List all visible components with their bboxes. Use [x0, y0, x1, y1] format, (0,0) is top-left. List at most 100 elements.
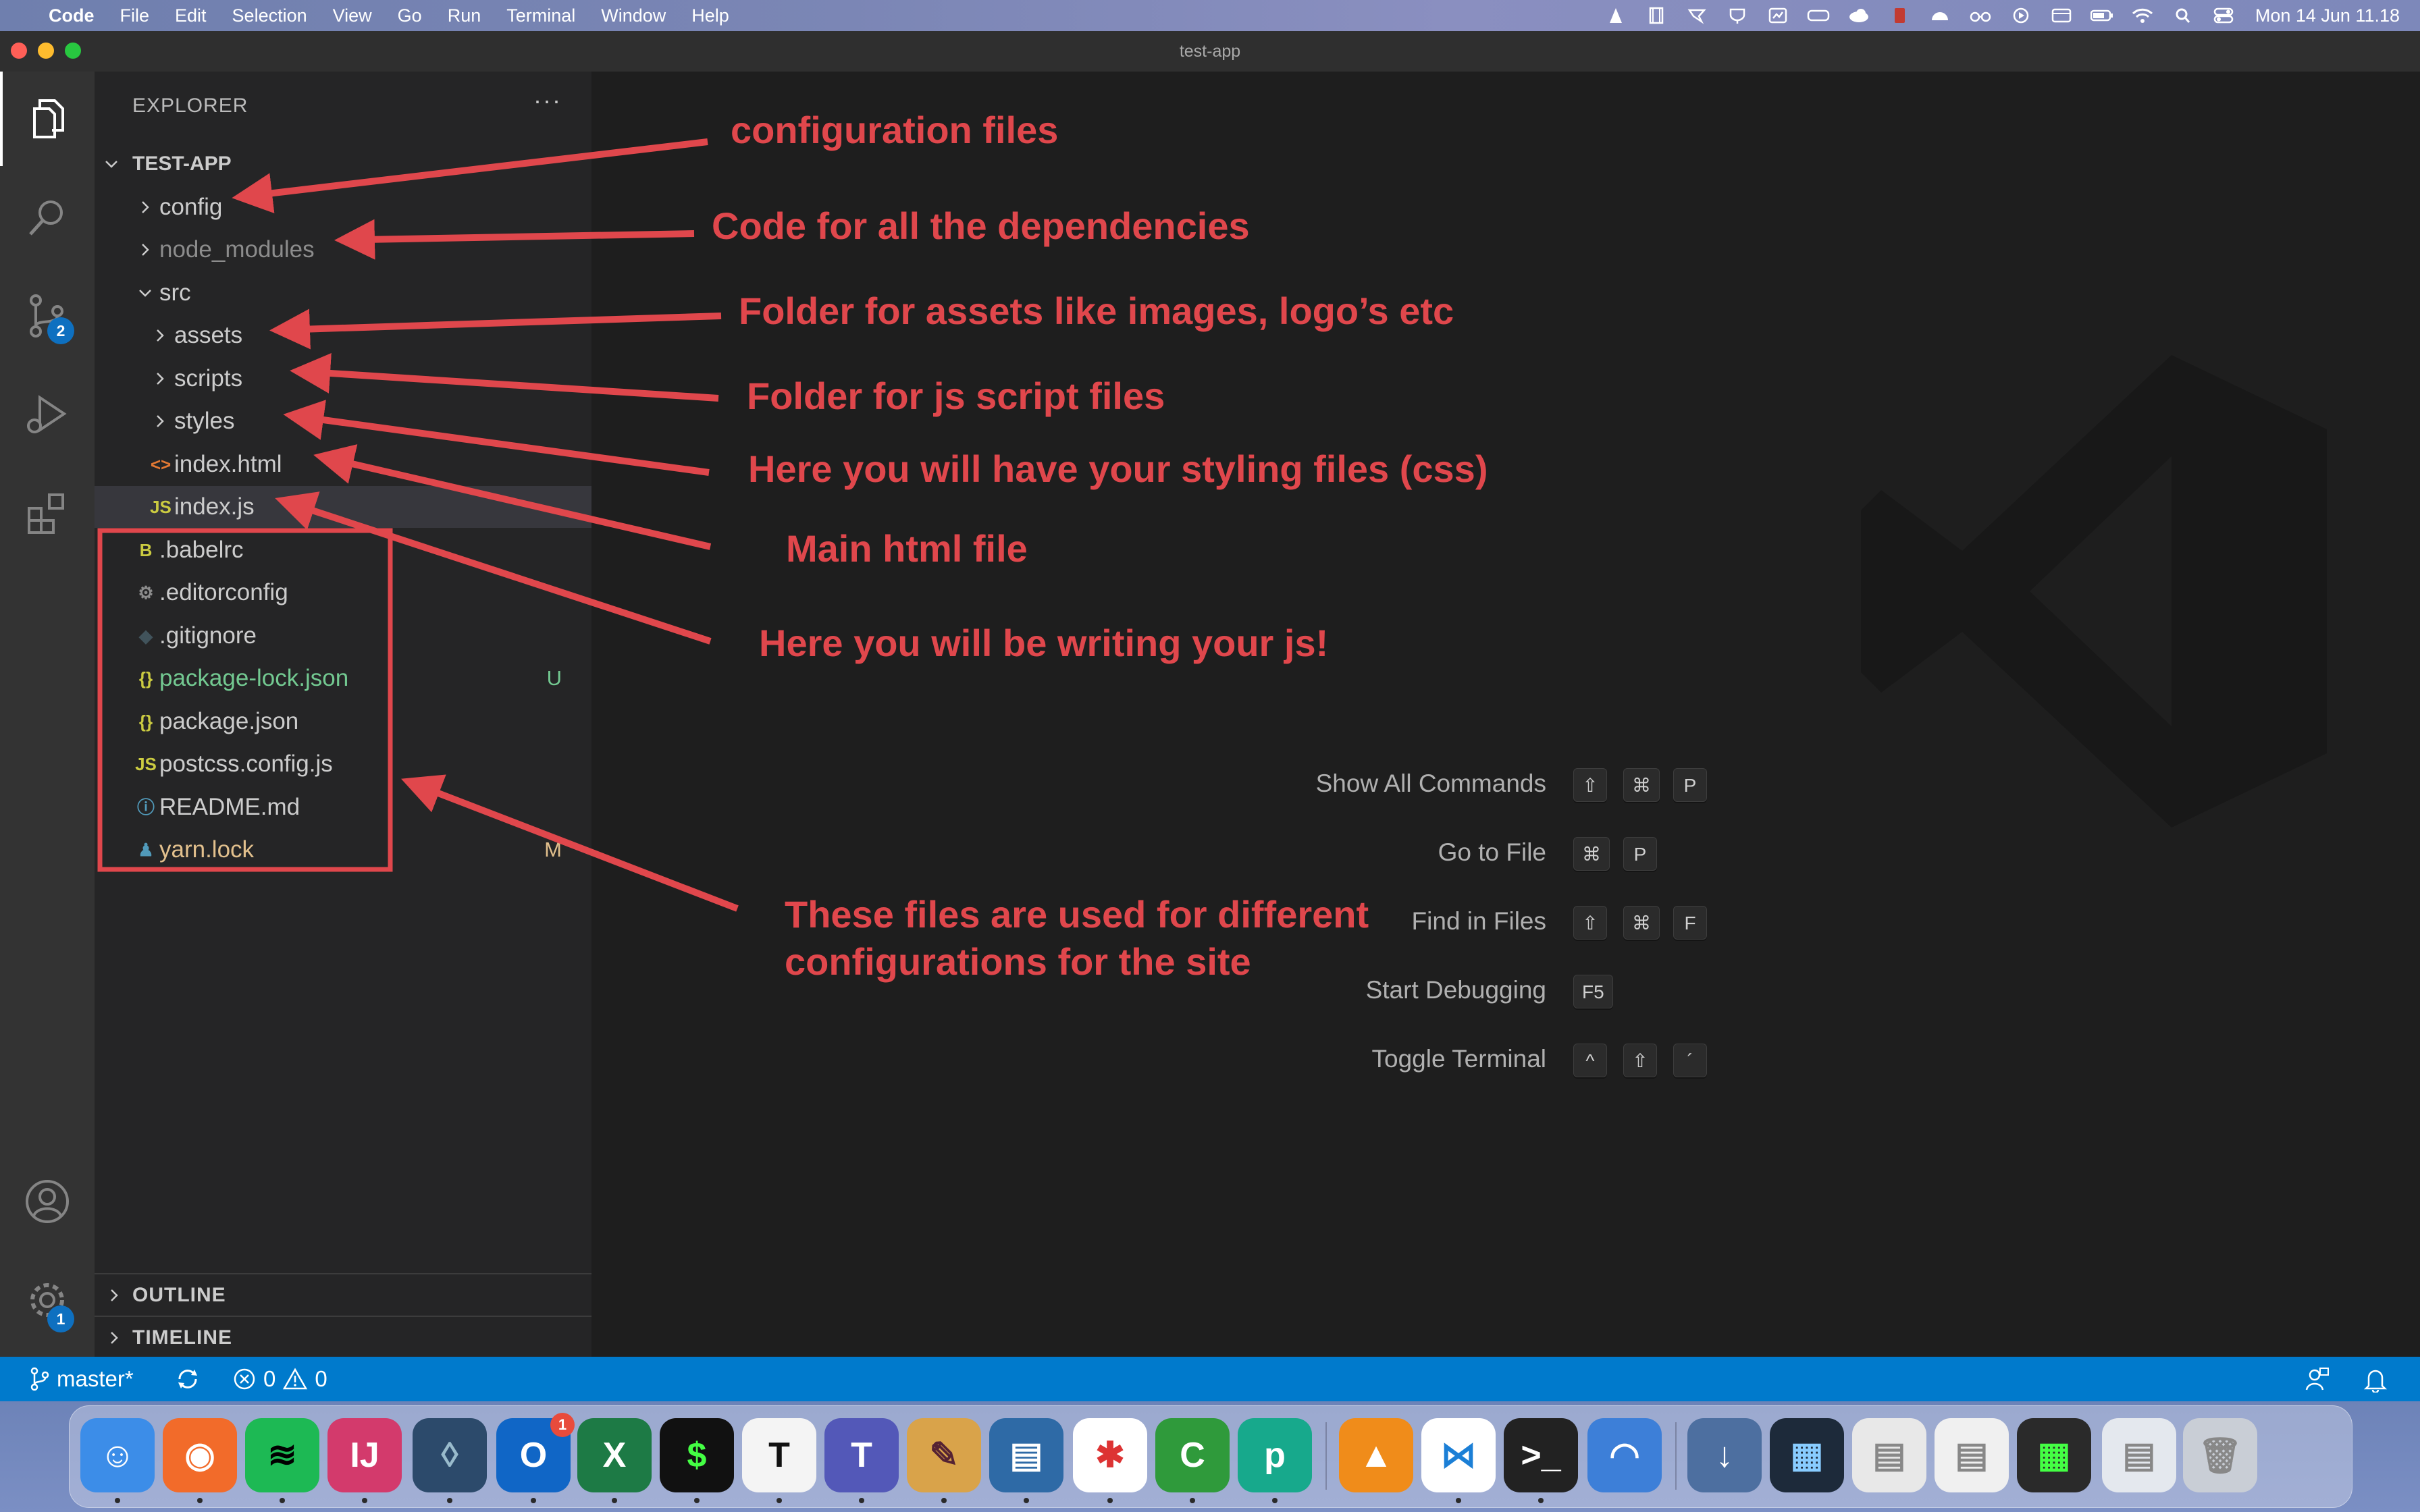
window-3-icon[interactable]: ▤: [1935, 1418, 2009, 1492]
command-label[interactable]: Toggle Terminal: [1141, 1045, 1546, 1073]
menubar-clock[interactable]: Mon 14 Jun 11.18: [2255, 5, 2400, 26]
sync-icon: [178, 1370, 197, 1388]
running-indicator: [1456, 1498, 1461, 1503]
vlc-icon[interactable]: [1604, 7, 1627, 24]
paintbrush-icon[interactable]: ✎: [907, 1418, 981, 1492]
control-center-icon[interactable]: [2212, 7, 2235, 24]
film-icon[interactable]: [1645, 7, 1668, 24]
play-icon[interactable]: [2009, 7, 2032, 24]
explorer-header: EXPLORER: [132, 94, 248, 117]
running-indicator: [362, 1498, 367, 1503]
keyboard-icon[interactable]: [1807, 7, 1830, 24]
file-item-babelrc[interactable]: B .babelrc: [95, 529, 591, 571]
menu-file[interactable]: File: [120, 5, 150, 26]
window-1-icon[interactable]: ▦: [1770, 1418, 1844, 1492]
file-item-package-json[interactable]: {} package.json: [95, 701, 591, 742]
extensions-activity[interactable]: [0, 466, 95, 560]
coffee-icon[interactable]: [1726, 7, 1749, 24]
menu-view[interactable]: View: [333, 5, 372, 26]
folder-item-node-modules[interactable]: node_modules: [95, 229, 591, 271]
menu-help[interactable]: Help: [691, 5, 729, 26]
trash-icon[interactable]: 🗑: [2183, 1418, 2257, 1492]
close-window-button[interactable]: [11, 43, 27, 59]
file-item-yarn-lock[interactable]: ♟ yarn.lock M: [95, 829, 591, 871]
folder-item-config[interactable]: config: [95, 186, 591, 228]
folder-item-scripts[interactable]: scripts: [95, 358, 591, 400]
teams-icon[interactable]: T: [824, 1418, 899, 1492]
menu-run[interactable]: Run: [448, 5, 481, 26]
notifications-button[interactable]: [2363, 1357, 2388, 1401]
dock-separator: [1675, 1422, 1677, 1490]
file-item-postcss-config-js[interactable]: JS postcss.config.js: [95, 743, 591, 785]
command-label[interactable]: Go to File: [1141, 838, 1546, 867]
outline-section[interactable]: OUTLINE: [95, 1273, 591, 1315]
finder-icon[interactable]: ☺: [80, 1418, 155, 1492]
battery-icon[interactable]: [2090, 7, 2113, 24]
run-debug-activity[interactable]: [0, 367, 95, 462]
file-item-gitignore[interactable]: ◆ .gitignore: [95, 615, 591, 657]
outlook-icon[interactable]: O1: [496, 1413, 575, 1492]
excel-icon[interactable]: X: [577, 1418, 652, 1492]
menu-app-name[interactable]: Code: [49, 5, 95, 26]
folder-item-src[interactable]: src: [95, 272, 591, 314]
manage-activity[interactable]: 1: [0, 1253, 95, 1347]
intellij-icon[interactable]: IJ: [327, 1418, 402, 1492]
preview-icon[interactable]: ◠: [1587, 1418, 1662, 1492]
menu-selection[interactable]: Selection: [232, 5, 307, 26]
window-5-icon[interactable]: ▤: [2102, 1418, 2176, 1492]
search-icon[interactable]: [2172, 7, 2194, 24]
picsart-icon[interactable]: p: [1238, 1418, 1312, 1492]
accounts-activity[interactable]: [0, 1154, 95, 1249]
file-item-editorconfig[interactable]: ⚙ .editorconfig: [95, 572, 591, 614]
archive-icon[interactable]: ▤: [989, 1418, 1063, 1492]
more-actions-icon[interactable]: ···: [533, 86, 562, 115]
minimize-window-button[interactable]: [38, 43, 54, 59]
file-item-index-js[interactable]: JS index.js: [95, 486, 591, 528]
vlc-icon[interactable]: ▲: [1339, 1418, 1413, 1492]
sync-button[interactable]: [174, 1357, 201, 1401]
scissors-icon[interactable]: [1685, 7, 1708, 24]
pdf-icon[interactable]: [1888, 7, 1911, 24]
tree-item-label: config: [159, 193, 223, 220]
spotify-icon[interactable]: ≋: [245, 1418, 319, 1492]
command-label[interactable]: Show All Commands: [1141, 770, 1546, 798]
running-indicator: [1190, 1498, 1195, 1503]
explorer-activity[interactable]: [0, 72, 95, 166]
glasses-icon[interactable]: [1969, 7, 1992, 24]
search-activity[interactable]: [0, 170, 95, 265]
menu-window[interactable]: Window: [601, 5, 666, 26]
screen-icon[interactable]: [2050, 7, 2073, 24]
mysql-workbench-icon[interactable]: ◊: [413, 1418, 487, 1492]
feedback-button[interactable]: [2304, 1357, 2331, 1401]
vscode-icon[interactable]: ⋈: [1421, 1418, 1496, 1492]
explorer-root-folder[interactable]: TEST-APP: [95, 143, 591, 185]
window-4-icon[interactable]: ▦: [2017, 1418, 2091, 1492]
branch-indicator[interactable]: master*: [30, 1357, 134, 1401]
display-icon[interactable]: [1766, 7, 1789, 24]
folder-item-styles[interactable]: styles: [95, 400, 591, 442]
menu-edit[interactable]: Edit: [175, 5, 207, 26]
typora-icon[interactable]: T: [742, 1418, 816, 1492]
annotation-html: Main html file: [786, 527, 1028, 570]
weather-icon[interactable]: [1928, 7, 1951, 24]
file-type-icon: B: [139, 539, 153, 560]
menu-go[interactable]: Go: [398, 5, 422, 26]
file-item-index-html[interactable]: <> index.html: [95, 443, 591, 485]
window-2-icon[interactable]: ▤: [1852, 1418, 1926, 1492]
terminal-icon[interactable]: >_: [1504, 1418, 1578, 1492]
slack-icon[interactable]: ✱: [1073, 1418, 1147, 1492]
file-item-package-lock-json[interactable]: {} package-lock.json U: [95, 657, 591, 699]
folder-item-assets[interactable]: assets: [95, 315, 591, 356]
zoom-window-button[interactable]: [65, 43, 81, 59]
source-control-activity[interactable]: 2: [0, 269, 95, 363]
timeline-section[interactable]: TIMELINE: [95, 1316, 591, 1357]
cloud-icon[interactable]: [1847, 7, 1870, 24]
camtasia-icon[interactable]: C: [1155, 1418, 1230, 1492]
file-item-readme-md[interactable]: ⓘ README.md: [95, 786, 591, 828]
firefox-icon[interactable]: ◉: [163, 1418, 237, 1492]
downloads-icon[interactable]: ↓: [1687, 1418, 1762, 1492]
wifi-icon[interactable]: [2131, 7, 2154, 24]
iterm-icon[interactable]: $: [660, 1418, 734, 1492]
menu-terminal[interactable]: Terminal: [506, 5, 575, 26]
problems-indicator[interactable]: 0 0: [232, 1357, 327, 1401]
